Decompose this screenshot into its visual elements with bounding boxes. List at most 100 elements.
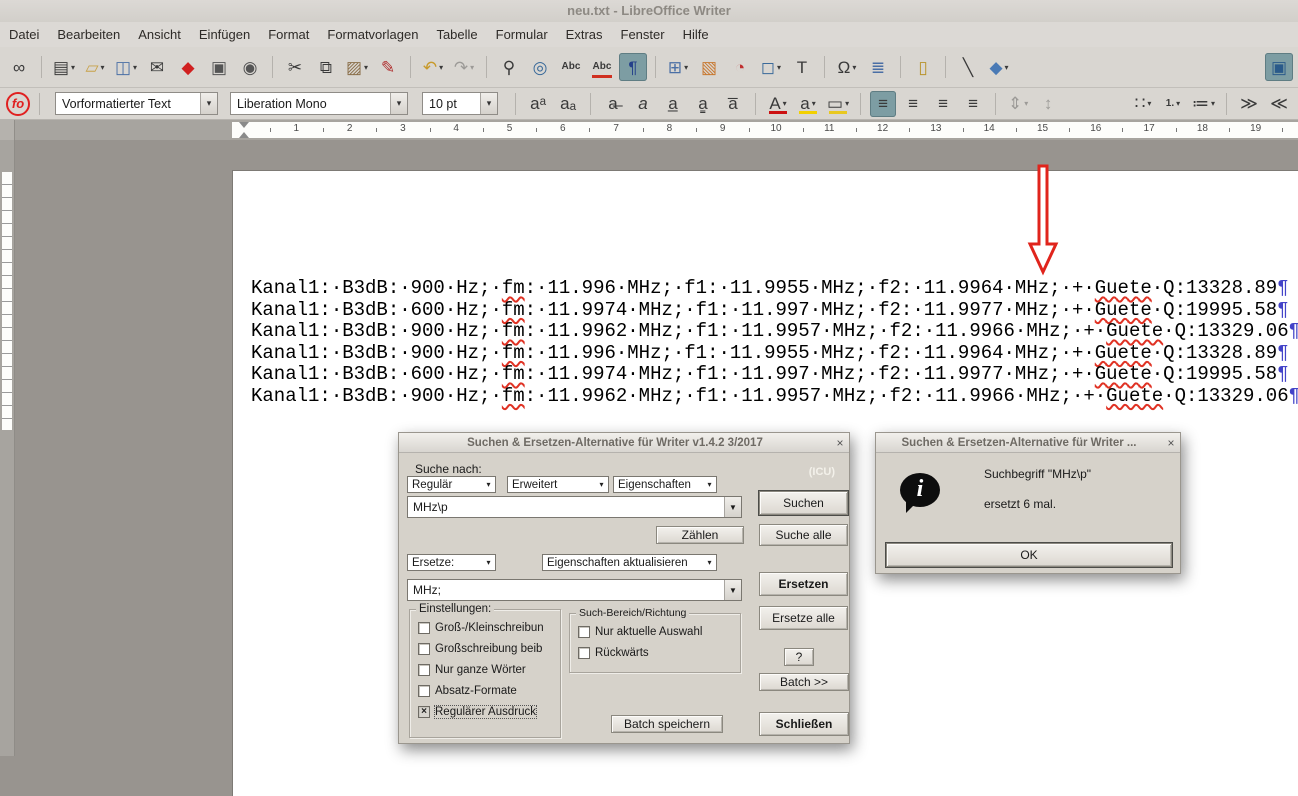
batch-save-button[interactable]: Batch speichern (611, 715, 723, 733)
insert-textbox-icon[interactable]: ◻▾ (757, 53, 785, 81)
open-icon[interactable]: ▱▾ (81, 53, 109, 81)
background-color-icon[interactable]: ▭▾ (825, 91, 851, 117)
title-bar[interactable]: neu.txt - LibreOffice Writer (0, 0, 1298, 22)
navigator-icon[interactable]: ◎ (526, 53, 554, 81)
spelling-icon[interactable]: Abc (557, 53, 585, 81)
dropdown-arrow-icon[interactable]: ▾ (777, 63, 781, 72)
align-center-icon[interactable]: ≡ (900, 91, 926, 117)
justify-icon[interactable]: ≡ (960, 91, 986, 117)
insert-image-icon[interactable]: ▧ (695, 53, 723, 81)
checkbox-box[interactable] (418, 643, 430, 655)
subscript-icon[interactable]: aₐ (555, 91, 581, 117)
copy-icon[interactable]: ⧉ (312, 53, 340, 81)
menu-datei[interactable]: Datei (0, 22, 48, 47)
align-right-icon[interactable]: ≡ (930, 91, 956, 117)
chevron-down-icon[interactable]: ▾ (482, 480, 495, 489)
email-document-icon[interactable]: ✉ (143, 53, 171, 81)
chevron-down-icon[interactable]: ▾ (703, 558, 716, 567)
count-button[interactable]: Zählen (656, 526, 744, 544)
font-size-combo[interactable]: 10 pt ▾ (422, 92, 498, 115)
superscript-icon[interactable]: aᵃ (525, 91, 551, 117)
chevron-down-icon[interactable]: ▾ (480, 93, 497, 114)
checkbox-box[interactable] (418, 664, 430, 676)
clone-formatting-icon[interactable]: ✎ (374, 53, 402, 81)
undo-icon[interactable]: ↶▾ (419, 53, 447, 81)
red-arrow-annotation[interactable] (1022, 164, 1064, 276)
dropdown-arrow-icon[interactable]: ▾ (71, 63, 75, 72)
font-color-icon[interactable]: A▾ (765, 91, 791, 117)
document-line[interactable]: Kanal1:·B3dB:·900·Hz;·fm:·11.9962·MHz;·f… (251, 386, 1298, 408)
paste-icon[interactable]: ▨▾ (343, 53, 371, 81)
dropdown-arrow-icon[interactable]: ▾ (1211, 99, 1215, 108)
insert-table-icon[interactable]: ⊞▾ (664, 53, 692, 81)
dialog-title-bar[interactable]: Suchen & Ersetzen-Alternative für Writer… (876, 433, 1180, 453)
chevron-down-icon[interactable]: ▾ (200, 93, 217, 114)
insert-chart-icon[interactable]: ◔ (726, 53, 754, 81)
menu-formular[interactable]: Formular (487, 22, 557, 47)
double-underline-icon[interactable]: a̳ (690, 91, 716, 117)
cut-icon[interactable]: ✂ (281, 53, 309, 81)
menu-tabelle[interactable]: Tabelle (427, 22, 486, 47)
paragraph-style-combo[interactable]: Vorformatierter Text ▾ (55, 92, 218, 115)
properties-dropdown[interactable]: Eigenschaften ▾ (613, 476, 717, 493)
strikethrough-icon[interactable]: a̶ (600, 91, 626, 117)
increase-indent-icon[interactable]: ≫ (1236, 91, 1262, 117)
document-line[interactable]: Kanal1:·B3dB:·600·Hz;·fm:·11.9974·MHz;·f… (251, 300, 1298, 322)
menu-einf-gen[interactable]: Einfügen (190, 22, 259, 47)
binoculars-search-icon[interactable]: ∞ (5, 53, 33, 81)
replace-term-value[interactable]: MHz; (408, 580, 724, 600)
new-document-icon[interactable]: ▤▾ (50, 53, 78, 81)
checkbox-box[interactable] (578, 647, 590, 659)
dropdown-arrow-icon[interactable]: ▾ (845, 99, 849, 108)
replace-dropdown[interactable]: Ersetze: ▾ (407, 554, 496, 571)
chevron-down-icon[interactable]: ▾ (703, 480, 716, 489)
dropdown-arrow-icon[interactable]: ▾ (470, 63, 474, 72)
extended-options-dropdown[interactable]: Erweitert ▾ (507, 476, 609, 493)
dropdown-arrow-icon[interactable]: ▾ (783, 99, 787, 108)
bullet-list-icon[interactable]: ∷▾ (1130, 91, 1156, 117)
menu-ansicht[interactable]: Ansicht (129, 22, 190, 47)
checkbox-r-ckw-rts[interactable]: Rückwärts (578, 645, 738, 661)
close-dialog-button[interactable]: Schließen (759, 712, 849, 736)
checkbox-box[interactable]: × (418, 706, 430, 718)
search-syntax-dropdown[interactable]: Regulär ▾ (407, 476, 496, 493)
show-draw-functions-icon[interactable]: ▣ (1265, 53, 1293, 81)
replace-term-combobox[interactable]: MHz; ▼ (407, 579, 742, 601)
menu-fenster[interactable]: Fenster (612, 22, 674, 47)
dropdown-arrow-icon[interactable]: ▾ (1005, 63, 1009, 72)
checkbox-gro-schreibung-beib[interactable]: Großschreibung beib (418, 641, 558, 657)
dropdown-arrow-icon[interactable]: ▾ (1024, 99, 1028, 108)
find-replace-icon[interactable]: ⚲ (495, 53, 523, 81)
search-replace-extension-icon[interactable]: fo (6, 92, 30, 116)
menu-bearbeiten[interactable]: Bearbeiten (48, 22, 129, 47)
menu-formatvorlagen[interactable]: Formatvorlagen (318, 22, 427, 47)
line-spacing-icon[interactable]: ⇕▾ (1005, 91, 1031, 117)
update-properties-dropdown[interactable]: Eigenschaften aktualisieren ▾ (542, 554, 717, 571)
auto-spellcheck-icon[interactable]: Abc (588, 53, 616, 81)
dropdown-arrow-icon[interactable]: ▾ (364, 63, 368, 72)
horizontal-ruler[interactable]: 12345678910111213141516171819 (0, 120, 1298, 140)
dialog-title-bar[interactable]: Suchen & Ersetzen-Alternative für Writer… (399, 433, 849, 453)
checkbox-box[interactable] (418, 685, 430, 697)
redo-icon[interactable]: ↷▾ (450, 53, 478, 81)
paragraph-spacing-icon[interactable]: ↕ (1035, 91, 1061, 117)
insert-page-break-icon[interactable]: ≣ (864, 53, 892, 81)
document-line[interactable]: Kanal1:·B3dB:·600·Hz;·fm:·11.9974·MHz;·f… (251, 364, 1298, 386)
chevron-down-icon[interactable]: ▾ (595, 480, 608, 489)
document-line[interactable]: Kanal1:·B3dB:·900·Hz;·fm:·11.996·MHz;·f1… (251, 278, 1298, 300)
search-term-combobox[interactable]: MHz\p ▼ (407, 496, 742, 518)
checkbox-absatz-formate[interactable]: Absatz-Formate (418, 683, 558, 699)
dropdown-arrow-icon[interactable]: ▾ (1176, 99, 1180, 108)
close-icon[interactable]: × (831, 436, 849, 450)
dropdown-arrow-icon[interactable]: ▾ (439, 63, 443, 72)
ok-button[interactable]: OK (886, 543, 1172, 567)
dropdown-arrow-icon[interactable]: ▾ (852, 63, 856, 72)
print-preview-icon[interactable]: ◉ (236, 53, 264, 81)
checkbox-regul-rer-ausdruck[interactable]: ×Regulärer Ausdruck (418, 704, 558, 720)
basic-shapes-icon[interactable]: ◆▾ (985, 53, 1013, 81)
close-icon[interactable]: × (1162, 436, 1180, 450)
dropdown-arrow-icon[interactable]: ▾ (812, 99, 816, 108)
overline-icon[interactable]: a̅ (720, 91, 746, 117)
document-line[interactable]: Kanal1:·B3dB:·900·Hz;·fm:·11.996·MHz;·f1… (251, 343, 1298, 365)
print-icon[interactable]: ▣ (205, 53, 233, 81)
